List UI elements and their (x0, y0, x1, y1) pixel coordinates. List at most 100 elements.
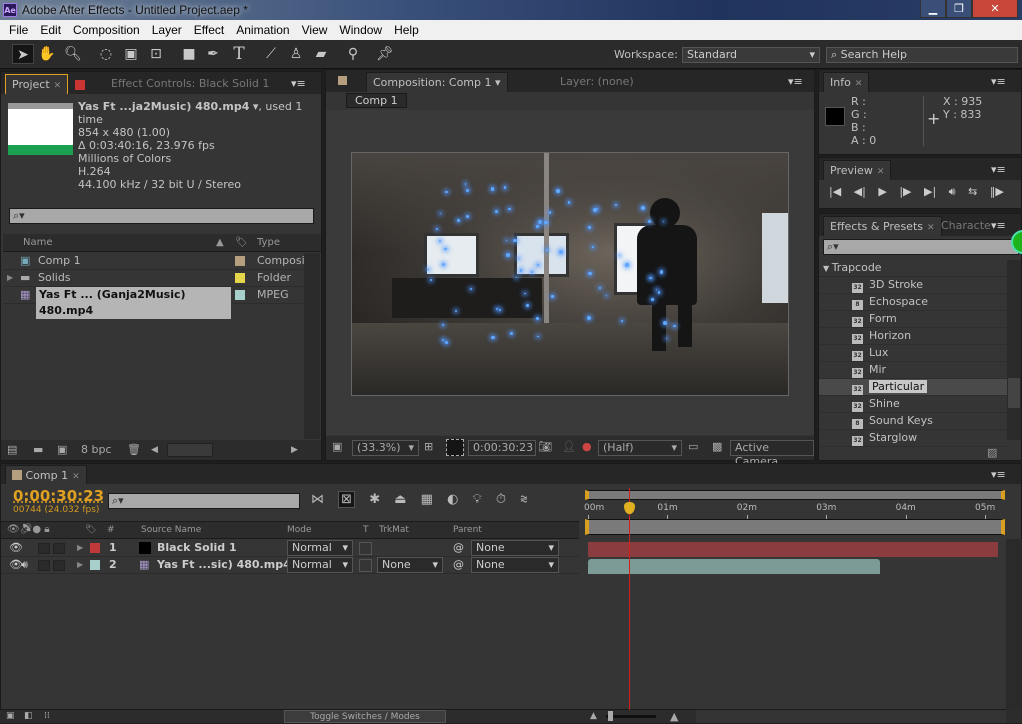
brush-tool-icon[interactable]: ⟋ (260, 44, 282, 64)
label-color[interactable] (235, 273, 245, 283)
menu-animation[interactable]: Animation (230, 20, 295, 40)
expand-in-out-icon[interactable]: ⁞⁞ (44, 710, 50, 723)
time-navigator[interactable] (585, 490, 1005, 500)
fast-previews-icon[interactable]: ▭ (688, 436, 698, 458)
layer-duration-bar[interactable] (588, 542, 998, 557)
label-tag-icon[interactable]: 🏷︎ (85, 522, 96, 538)
chevron-down-icon[interactable]: ▾ (495, 76, 501, 89)
magnification-select[interactable]: (33.3%) ▾ (352, 440, 419, 456)
panel-menu-icon[interactable]: ▾≡ (991, 219, 1006, 232)
brainstorm-icon[interactable]: 💡︎ (473, 492, 482, 507)
panel-menu-icon[interactable]: ▾≡ (788, 75, 803, 88)
lock-switch[interactable] (53, 543, 65, 554)
menu-help[interactable]: Help (388, 20, 425, 40)
workspace-select[interactable]: Standard ▾ (682, 47, 820, 63)
motion-blur-icon[interactable]: ◐ (447, 492, 458, 507)
tab-layer[interactable]: Layer: (none) (554, 72, 640, 92)
tab-preview[interactable]: Preview ✕ (823, 160, 892, 180)
scroll-thumb[interactable] (1008, 378, 1020, 408)
column-number[interactable]: # (107, 522, 115, 538)
effect-item[interactable]: 32 Mir (819, 362, 1007, 379)
tab-comp-1[interactable]: Comp 1 ✕ (5, 465, 87, 484)
tab-project[interactable]: Project ✕ (5, 74, 69, 94)
timeline-current-time[interactable]: 0:00:30:23 (13, 487, 104, 505)
snapshot-icon[interactable]: 📷︎ (538, 436, 552, 458)
live-update-icon[interactable]: ⊠ (338, 491, 356, 508)
loop-icon[interactable]: ⇆ (968, 185, 977, 198)
effects-scrollbar[interactable] (1007, 260, 1021, 440)
project-scrollbar[interactable] (304, 253, 320, 439)
effect-item[interactable]: 32 Starglow (819, 430, 1007, 447)
zoom-slider-thumb[interactable] (608, 711, 613, 721)
menu-edit[interactable]: Edit (34, 20, 67, 40)
solo-switch[interactable] (38, 560, 50, 571)
effects-search-input[interactable]: ⌕▾ (823, 239, 1019, 255)
effect-item[interactable]: 32 Horizon (819, 328, 1007, 345)
label-color[interactable] (235, 256, 245, 266)
trash-icon[interactable]: 🗑︎ (127, 440, 141, 460)
visibility-eye-icon[interactable]: 👁︎ (9, 540, 23, 556)
type-tool-icon[interactable]: T (228, 44, 250, 64)
next-frame-icon[interactable]: |▶ (899, 185, 911, 198)
previous-frame-icon[interactable]: ◀| (854, 185, 866, 198)
menu-composition[interactable]: Composition (67, 20, 146, 40)
parent-select[interactable]: None ▾ (471, 557, 559, 573)
rectangle-tool-icon[interactable]: ■ (178, 44, 200, 64)
layer-row[interactable]: 👁︎ 🔊︎ ▶ 2 ▦ Yas Ft ...sic) 480.mp4 Normal ▾ None… (1, 557, 579, 574)
layer-name[interactable]: Yas Ft ...sic) 480.mp4 (157, 557, 291, 573)
trkmat-select[interactable]: None ▾ (377, 557, 443, 573)
layer-row[interactable]: 👁︎ ▶ 1 Black Solid 1 Normal ▾ @ None ▾ (1, 540, 579, 557)
draft-3d-icon[interactable]: ✱ (369, 492, 380, 507)
scroll-left-icon[interactable]: ◀ (151, 440, 158, 460)
auto-keyframe-icon[interactable]: ⏱︎ (496, 492, 506, 507)
column-source-name[interactable]: Source Name (141, 522, 201, 538)
expand-arrow-icon[interactable]: ▶ (77, 557, 83, 573)
frame-blending-icon[interactable]: ▦ (421, 492, 433, 507)
tab-character[interactable]: Characte (935, 216, 997, 236)
new-folder-icon[interactable]: ▬ (33, 440, 43, 460)
puppet-pin-tool-icon[interactable]: 📌︎ (374, 44, 396, 64)
layer-name[interactable]: Black Solid 1 (157, 540, 237, 556)
current-time-display[interactable]: 0:00:30:23 (468, 440, 536, 456)
close-icon[interactable]: ✕ (972, 0, 1018, 18)
label-color[interactable] (235, 290, 245, 300)
column-t[interactable]: T (363, 522, 369, 538)
toggle-switches-modes-button[interactable]: Toggle Switches / Modes (284, 710, 446, 723)
close-icon[interactable]: ✕ (54, 81, 62, 91)
scroll-right-icon[interactable]: ▶ (291, 440, 298, 460)
label-color[interactable] (90, 543, 100, 553)
hide-shy-layers-icon[interactable]: ⏏ (394, 492, 406, 507)
expand-arrow-icon[interactable]: ▼ (823, 264, 832, 273)
bpc-button[interactable]: 8 bpc (81, 440, 112, 460)
column-parent[interactable]: Parent (453, 522, 482, 538)
viewer-area[interactable] (326, 110, 814, 435)
close-icon[interactable]: ✕ (927, 223, 935, 233)
preserve-transparency-switch[interactable] (359, 542, 372, 555)
effect-item[interactable]: 32 3D Stroke (819, 277, 1007, 294)
graph-editor-icon[interactable]: ⩬ (520, 492, 528, 507)
show-snapshot-icon[interactable]: 👤︎ (562, 436, 576, 458)
work-area-bar[interactable] (585, 519, 1005, 535)
column-name[interactable]: Name (23, 234, 53, 251)
panel-menu-icon[interactable]: ▾≡ (991, 163, 1006, 176)
tab-composition[interactable]: Composition: Comp 1 ▾ (366, 72, 508, 92)
resolution-select[interactable]: (Half) ▾ (598, 440, 682, 456)
panel-menu-icon[interactable]: ▾≡ (991, 75, 1006, 88)
column-mode[interactable]: Mode (287, 522, 312, 538)
project-item-comp[interactable]: ▣ Comp 1 Composi (3, 253, 305, 270)
timeline-horizontal-scrollbar[interactable] (696, 710, 1006, 723)
menu-window[interactable]: Window (333, 20, 388, 40)
camera-tool-icon[interactable]: ▣ (120, 44, 142, 64)
pen-tool-icon[interactable]: ✒ (202, 44, 224, 64)
zoom-in-icon[interactable]: ▲ (670, 710, 678, 723)
always-preview-icon[interactable]: ▣ (332, 436, 342, 458)
panel-menu-icon[interactable]: ▾≡ (991, 468, 1006, 481)
effect-item[interactable]: 32 Lux (819, 345, 1007, 362)
channel-icon[interactable]: ● (582, 436, 592, 458)
effect-item[interactable]: 32 Shine (819, 396, 1007, 413)
effect-item[interactable]: 32 Particular (819, 379, 1007, 396)
horizontal-scroll-thumb[interactable] (167, 443, 213, 457)
menu-file[interactable]: File (3, 20, 34, 40)
close-icon[interactable]: ✕ (855, 79, 863, 89)
transparency-grid-icon[interactable]: ▩ (712, 436, 722, 458)
